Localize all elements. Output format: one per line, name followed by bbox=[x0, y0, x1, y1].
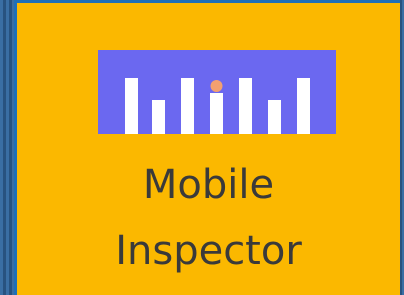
logo-bar-3 bbox=[181, 78, 194, 134]
logo-bar-7 bbox=[297, 78, 310, 134]
logo-bar-4 bbox=[210, 93, 223, 134]
logo-bar-6 bbox=[268, 100, 281, 134]
tile-title-line-1: Mobile bbox=[142, 162, 275, 208]
logo-bar-1 bbox=[125, 78, 138, 134]
tile-title-line-2: Inspector bbox=[115, 228, 302, 274]
logo-dot bbox=[210, 80, 223, 92]
bar-chart-logo-icon bbox=[98, 50, 336, 134]
logo-bar-2 bbox=[152, 100, 165, 134]
logo-bar-5 bbox=[239, 78, 252, 134]
app-tile-mobile-inspector[interactable]: Mobile Inspector bbox=[14, 0, 400, 295]
